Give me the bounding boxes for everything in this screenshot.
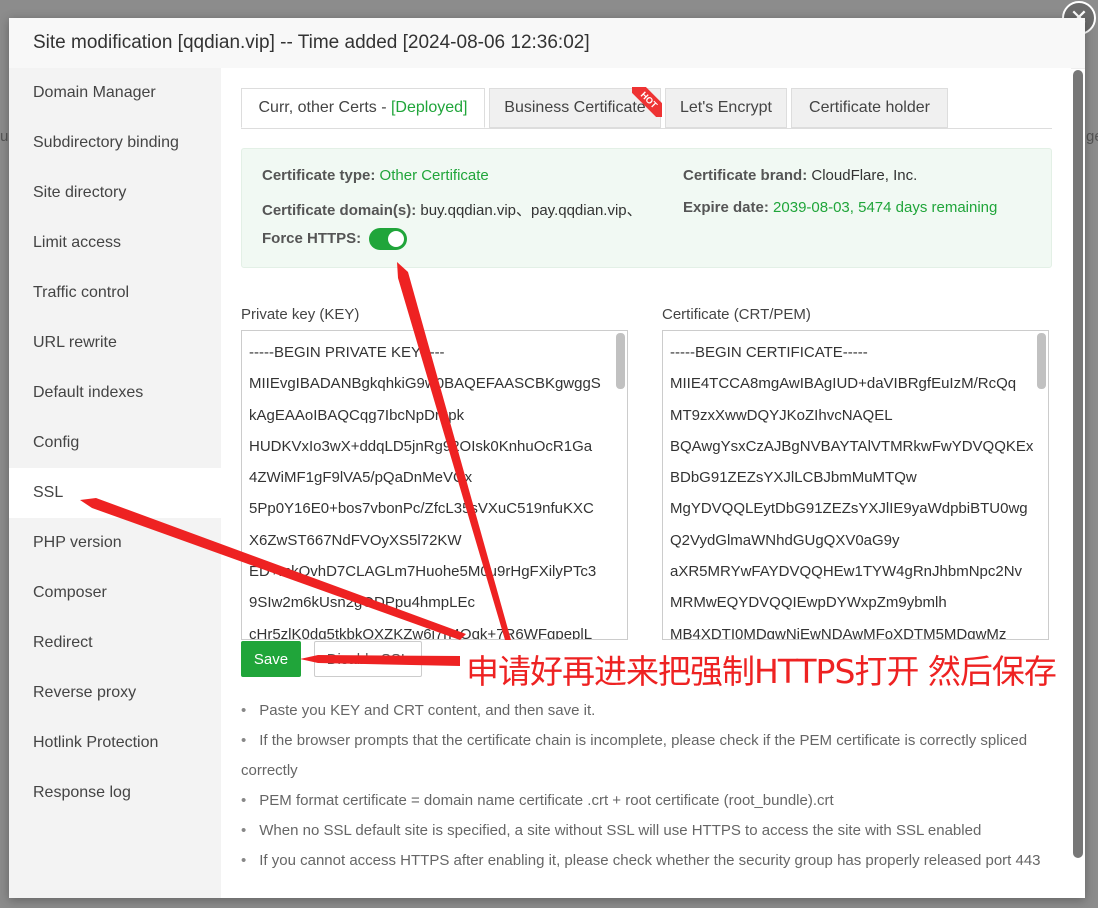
private-key-textarea[interactable]: -----BEGIN PRIVATE KEY----- MIIEvgIBADANB… bbox=[241, 330, 628, 640]
sidebar-item-composer[interactable]: Composer bbox=[9, 568, 221, 618]
sidebar-item-php-version[interactable]: PHP version bbox=[9, 518, 221, 568]
textarea-line: cHr5zlK0dq5tkbkOXZKZw6j7n4Oqk+7R6WFgpepl… bbox=[249, 625, 593, 640]
cert-domain-label: Certificate domain(s): bbox=[262, 202, 417, 219]
dialog-scrollbar[interactable] bbox=[1073, 70, 1083, 858]
textarea-line: MRMwEQYDVQQIEwpDYWxpZm9ybmlh bbox=[670, 594, 947, 612]
ssl-panel: Curr, other Certs - [Deployed] Business … bbox=[221, 68, 1071, 898]
background-fragment: ge bbox=[1086, 128, 1098, 145]
note-item: PEM format certificate = domain name cer… bbox=[241, 786, 1053, 816]
tab-current-label: Curr, other Certs - bbox=[258, 99, 391, 116]
textarea-line: MB4XDTI0MDgwNjEwNDAwMFoXDTM5MDgwMz bbox=[670, 625, 1007, 640]
sidebar-item-limit-access[interactable]: Limit access bbox=[9, 218, 221, 268]
textarea-line: MT9zxXwwDQYJKoZIhvcNAQEL bbox=[670, 406, 893, 424]
cert-type-label: Certificate type: bbox=[262, 167, 376, 184]
sidebar-item-default-indexes[interactable]: Default indexes bbox=[9, 368, 221, 418]
cert-scrollbar[interactable] bbox=[1037, 333, 1046, 389]
note-item: When no SSL default site is specified, a… bbox=[241, 816, 1053, 846]
ssl-help-notes: Paste you KEY and CRT content, and then … bbox=[241, 696, 1053, 876]
tab-current-certs[interactable]: Curr, other Certs - [Deployed] bbox=[241, 88, 485, 128]
dialog-title: Site modification [qqdian.vip] -- Time a… bbox=[9, 18, 1085, 69]
cert-brand-row: Certificate brand: CloudFlare, Inc. bbox=[683, 167, 917, 184]
disable-ssl-button[interactable]: Disable SSL bbox=[314, 641, 422, 677]
cert-type-row: Certificate type: Other Certificate bbox=[262, 167, 489, 184]
certificate-label: Certificate (CRT/PEM) bbox=[662, 306, 811, 323]
textarea-line: 5Pp0Y16E0+bos7vbonPc/ZfcL35sVXuC519nfuKX… bbox=[249, 500, 594, 518]
tab-letsencrypt-label: Let's Encrypt bbox=[680, 99, 772, 116]
site-modification-dialog: Site modification [qqdian.vip] -- Time a… bbox=[9, 18, 1085, 898]
deployed-status: [Deployed] bbox=[390, 99, 468, 116]
textarea-line: BDbG91ZEZsYXJlLCBJbmMuMTQw bbox=[670, 469, 917, 487]
textarea-line: MIIE4TCCA8mgAwIBAgIUD+daVIBRgfEuIzM/RcQq bbox=[670, 375, 1017, 393]
tab-lets-encrypt[interactable]: Let's Encrypt bbox=[665, 88, 787, 128]
cert-domain-value: buy.qqdian.vip、pay.qqdian.vip、 bbox=[420, 202, 642, 219]
sidebar-item-domain-manager[interactable]: Domain Manager bbox=[9, 68, 221, 118]
tab-holder-label: Certificate holder bbox=[809, 99, 930, 116]
cert-brand-value: CloudFlare, Inc. bbox=[811, 167, 918, 184]
expire-date-label: Expire date: bbox=[683, 199, 769, 216]
key-scrollbar[interactable] bbox=[616, 333, 625, 389]
annotation-text: 申请好再进来把强制HTTPS打开 然后保存 bbox=[466, 652, 1057, 691]
hot-badge: HOT bbox=[632, 87, 662, 117]
force-https-row: Force HTTPS: bbox=[262, 227, 408, 251]
sidebar-item-config[interactable]: Config bbox=[9, 418, 221, 468]
sidebar-item-url-rewrite[interactable]: URL rewrite bbox=[9, 318, 221, 368]
textarea-line: MIIEvgIBADANBgkqhkiG9w0BAQEFAASCBKgwggS bbox=[249, 375, 601, 393]
sidebar-item-response-log[interactable]: Response log bbox=[9, 768, 221, 818]
expire-date-row: Expire date: 2039-08-03, 5474 days remai… bbox=[683, 199, 997, 216]
note-item: If the browser prompts that the certific… bbox=[241, 726, 1053, 786]
tab-business-certificate[interactable]: Business Certificate HOT bbox=[489, 87, 662, 128]
force-https-label: Force HTTPS: bbox=[262, 230, 362, 247]
cert-type-value: Other Certificate bbox=[379, 167, 489, 184]
textarea-line: kAgEAAoIBAQCqg7IbcNpDrupk bbox=[249, 406, 465, 424]
textarea-line: 9SIw2m6kUsn2gODPpu4hmpLEc bbox=[249, 594, 475, 612]
private-key-label: Private key (KEY) bbox=[241, 306, 360, 323]
certificate-info-box: Certificate type: Other Certificate Cert… bbox=[241, 148, 1052, 268]
note-item: Paste you KEY and CRT content, and then … bbox=[241, 696, 1053, 726]
sidebar-item-hotlink-protection[interactable]: Hotlink Protection bbox=[9, 718, 221, 768]
textarea-line: aXR5MRYwFAYDVQQHEw1TYW4gRnJhbmNpc2Nv bbox=[670, 563, 1023, 581]
textarea-line: BQAwgYsxCzAJBgNVBAYTAlVTMRkwFwYDVQQKEx bbox=[670, 437, 1034, 455]
textarea-line: -----BEGIN CERTIFICATE----- bbox=[670, 344, 868, 361]
certificate-textarea[interactable]: -----BEGIN CERTIFICATE----- MIIE4TCCA8mgA… bbox=[662, 330, 1049, 640]
sidebar-item-ssl[interactable]: SSL bbox=[9, 468, 221, 518]
sidebar-item-reverse-proxy[interactable]: Reverse proxy bbox=[9, 668, 221, 718]
expire-date-value: 2039-08-03, 5474 days remaining bbox=[773, 199, 998, 216]
sidebar-item-redirect[interactable]: Redirect bbox=[9, 618, 221, 668]
sidebar-item-site-directory[interactable]: Site directory bbox=[9, 168, 221, 218]
sidebar-item-traffic-control[interactable]: Traffic control bbox=[9, 268, 221, 318]
tab-business-label: Business Certificate bbox=[504, 99, 646, 116]
textarea-line: HUDKVxIo3wX+ddqLD5jnRg92OIsk0KnhuOcR1Ga bbox=[249, 437, 593, 455]
sidebar-item-subdirectory-binding[interactable]: Subdirectory binding bbox=[9, 118, 221, 168]
tab-certificate-holder[interactable]: Certificate holder bbox=[791, 88, 948, 128]
force-https-toggle[interactable] bbox=[369, 228, 408, 251]
save-button[interactable]: Save bbox=[241, 641, 301, 677]
textarea-line: MgYDVQQLEytDbG91ZEZsYXJlIE9yaWdpbiBTU0wg bbox=[670, 500, 1028, 518]
cert-brand-label: Certificate brand: bbox=[683, 167, 808, 184]
cert-domain-row: Certificate domain(s): buy.qqdian.vip、pa… bbox=[262, 199, 670, 220]
textarea-line: ED+mkOvhD7CLAGLm7Huohe5M0u9rHgFXilyPTc3 bbox=[249, 563, 597, 581]
textarea-line: Q2VydGlmaWNhdGUgQXV0aG9y bbox=[670, 531, 900, 549]
certificate-tabs: Curr, other Certs - [Deployed] Business … bbox=[241, 87, 1052, 129]
background-fragment: u bbox=[0, 128, 9, 145]
textarea-line: X6ZwST667NdFVOyXS5l72KW bbox=[249, 531, 462, 549]
textarea-line: -----BEGIN PRIVATE KEY----- bbox=[249, 344, 445, 361]
note-item: If you cannot access HTTPS after enablin… bbox=[241, 846, 1053, 876]
textarea-line: 4ZWiMF1gF9lVA5/pQaDnMeVQx bbox=[249, 469, 473, 487]
settings-sidebar: Domain Manager Subdirectory binding Site… bbox=[9, 68, 221, 898]
